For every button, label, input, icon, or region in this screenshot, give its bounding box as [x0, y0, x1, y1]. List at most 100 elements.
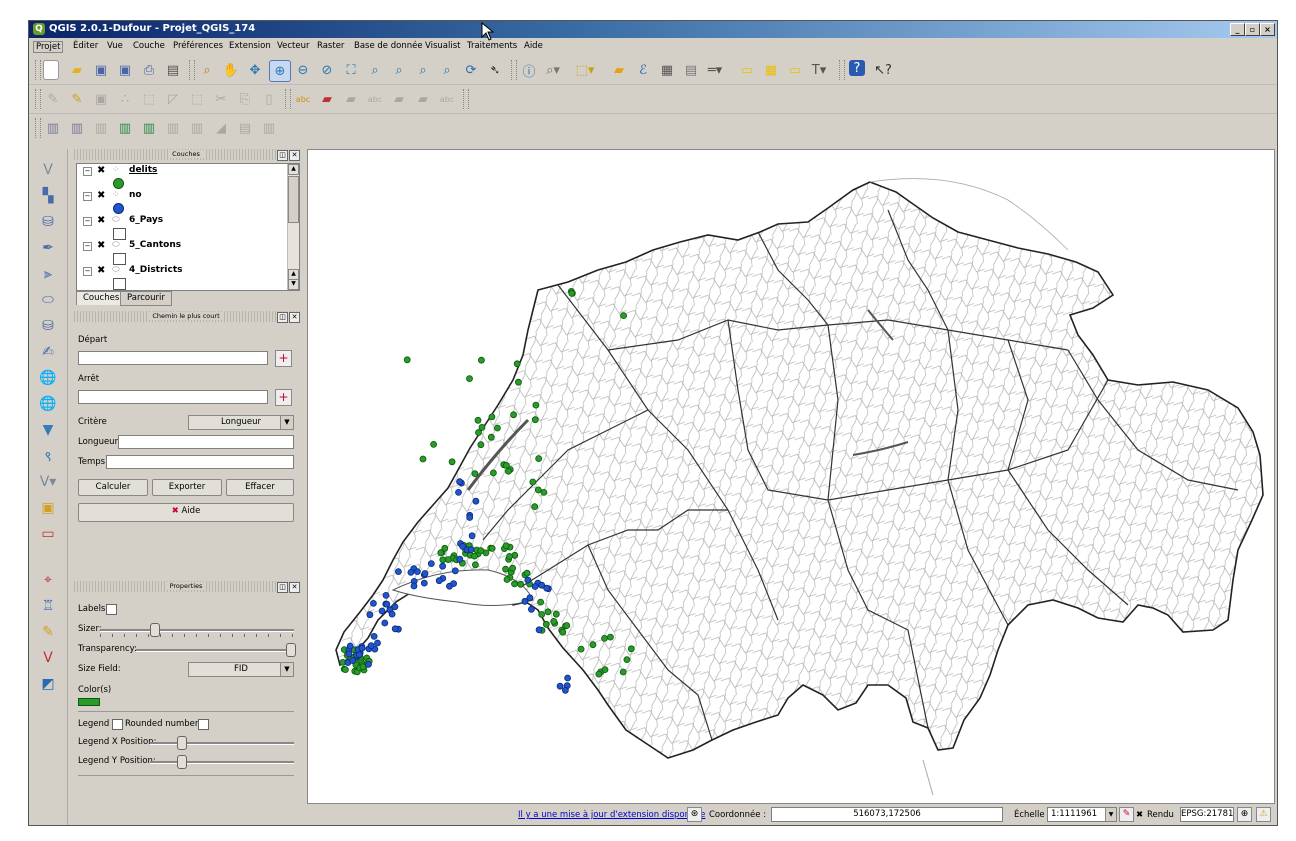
toolbar-grip[interactable] — [285, 89, 291, 109]
layer-4-districts[interactable]: − ✖ ⬭ 4_Districts — [77, 264, 287, 290]
menu-extension[interactable]: Extension — [229, 41, 271, 51]
plugin-update-link[interactable]: Il y a une mise à jour d'extension dispo… — [518, 810, 705, 820]
move-feature-icon[interactable]: ⬚ — [139, 89, 159, 109]
delete-part-icon[interactable]: ▥ — [187, 118, 207, 138]
collapse-icon[interactable]: − — [83, 167, 92, 176]
pan-selection-icon[interactable]: ⌕ — [197, 60, 217, 80]
sizer-handle[interactable] — [150, 623, 161, 637]
collapse-icon[interactable]: − — [83, 242, 92, 251]
layer-visibility-checkbox[interactable]: ✖ — [97, 216, 106, 226]
aide-button[interactable]: ✖ Aide — [78, 503, 294, 522]
labels-checkbox[interactable] — [106, 604, 117, 615]
layer-5-cantons[interactable]: − ✖ ⬭ 5_Cantons — [77, 239, 287, 265]
layer-delits[interactable]: − ✖ ⁘ delits — [77, 164, 287, 189]
close-button[interactable]: × — [1260, 23, 1275, 36]
layer-tree-scrollbar[interactable]: ▲ ▲ ▼ — [287, 164, 299, 290]
save-as-icon[interactable]: ▣ — [115, 60, 135, 80]
layer-6-pays[interactable]: − ✖ ⬭ 6_Pays — [77, 214, 287, 240]
toggle-edit-icon[interactable]: ✎ — [67, 89, 87, 109]
legend-y-slider[interactable] — [150, 761, 294, 764]
field-calc-icon[interactable]: ℰ — [633, 60, 653, 80]
identify-icon[interactable]: ⓘ — [519, 60, 539, 80]
map-tips-icon[interactable]: ➴ — [485, 60, 505, 80]
toolbar-grip[interactable] — [463, 89, 469, 109]
transparency-handle[interactable] — [286, 643, 296, 657]
zoom-selection-icon[interactable]: ⌕ — [365, 60, 385, 80]
add-wms-layer-icon[interactable]: ⛁ — [37, 315, 59, 337]
close-icon[interactable]: ✕ — [289, 150, 300, 161]
add-mssql-layer-icon[interactable]: ⫸ — [37, 263, 59, 285]
zoom-in-icon[interactable]: ⊕ — [269, 60, 291, 82]
float-icon[interactable]: ◫ — [277, 150, 288, 161]
add-oracle-layer-icon[interactable]: ⬭ — [37, 289, 59, 311]
attribute-table-icon[interactable]: ▦ — [657, 60, 677, 80]
messages-warning-icon[interactable]: ⚠ — [1256, 807, 1271, 822]
color-swatch[interactable] — [78, 698, 100, 706]
toolbar-grip[interactable] — [35, 60, 41, 80]
georeferencer-icon[interactable]: ✎ — [37, 621, 59, 643]
save-edits-icon[interactable]: ▣ — [91, 89, 111, 109]
pick-stop-icon[interactable]: + — [275, 389, 292, 406]
zoom-out-icon[interactable]: ⊖ — [293, 60, 313, 80]
layer-labeling-icon[interactable]: ▰ — [317, 89, 337, 109]
collapse-icon[interactable]: − — [83, 192, 92, 201]
layer-name[interactable]: no — [129, 190, 142, 200]
add-gpx-layer-icon[interactable]: ▼ — [37, 419, 59, 441]
statistics-icon[interactable]: ▤ — [681, 60, 701, 80]
legend-x-slider[interactable] — [150, 742, 294, 745]
toolbar-grip[interactable] — [189, 60, 195, 80]
pick-start-icon[interactable]: + — [275, 350, 292, 367]
layer-no[interactable]: − ✖ ⁘ no — [77, 189, 287, 214]
bookmark-new-icon[interactable]: ▭ — [785, 60, 805, 80]
menu-editer[interactable]: Éditer — [73, 41, 98, 51]
scroll-thumb[interactable] — [288, 176, 299, 223]
stop-render-icon[interactable]: ✎ — [1119, 807, 1134, 822]
open-icon[interactable]: ▰ — [67, 60, 87, 80]
add-wcs-layer-icon[interactable]: 🌐 — [37, 367, 59, 389]
vector-style-icon[interactable]: V — [37, 647, 59, 669]
copy-icon[interactable]: ⎘ — [235, 89, 255, 109]
add-feature-icon[interactable]: ∴ — [115, 89, 135, 109]
reshape-icon[interactable]: ◢ — [211, 118, 231, 138]
menu-base-de-donnee[interactable]: Base de donnée — [354, 41, 423, 51]
pan-to-selection-icon[interactable]: ✥ — [245, 60, 265, 80]
whats-this-icon[interactable]: ↖? — [873, 60, 893, 80]
critere-select[interactable]: Longueur ▼ — [188, 415, 294, 430]
layer-visibility-checkbox[interactable]: ✖ — [97, 166, 106, 176]
menu-aide[interactable]: Aide — [524, 41, 543, 51]
add-csv-layer-icon[interactable]: ९ — [37, 445, 59, 467]
remove-layer-icon[interactable]: ▭ — [37, 523, 59, 545]
offset-curve-icon[interactable]: ▤ — [235, 118, 255, 138]
add-wfs-layer-icon[interactable]: 🌐 — [37, 393, 59, 415]
add-raster-layer-icon[interactable]: ▚ — [37, 185, 59, 207]
add-spatialite-layer-icon[interactable]: ✒ — [37, 237, 59, 259]
toolbar-grip[interactable] — [511, 60, 517, 80]
new-vector-layer-icon[interactable]: V▾ — [37, 471, 59, 493]
map-canvas[interactable] — [307, 149, 1275, 804]
change-label-icon[interactable]: abc — [437, 89, 457, 109]
toolbar-grip[interactable] — [35, 118, 41, 138]
layer-name[interactable]: delits — [129, 165, 157, 175]
close-icon[interactable]: ✕ — [289, 312, 300, 323]
delete-selected-icon[interactable]: ⬚ — [187, 89, 207, 109]
add-ring-icon[interactable]: ▥ — [115, 118, 135, 138]
menu-raster[interactable]: Raster — [317, 41, 344, 51]
collapse-icon[interactable]: − — [83, 217, 92, 226]
depart-input[interactable] — [78, 351, 268, 365]
close-icon[interactable]: ✕ — [289, 582, 300, 593]
zoom-next-icon[interactable]: ⌕ — [437, 60, 457, 80]
pin-labels-icon[interactable]: ▰ — [341, 89, 361, 109]
rotate-label-icon[interactable]: ▰ — [413, 89, 433, 109]
save-icon[interactable]: ▣ — [91, 60, 111, 80]
switzerland-map[interactable] — [308, 150, 1274, 803]
paste-icon[interactable]: ▯ — [259, 89, 279, 109]
zoom-last-icon[interactable]: ⌕ — [413, 60, 433, 80]
undo-icon[interactable]: ▥ — [43, 118, 63, 138]
layer-visibility-checkbox[interactable]: ✖ — [97, 191, 106, 201]
scroll-up-icon[interactable]: ▲ — [288, 164, 299, 175]
menu-projet[interactable]: Projet — [33, 41, 64, 53]
add-postgis-layer-icon[interactable]: ⛁ — [37, 211, 59, 233]
float-icon[interactable]: ◫ — [277, 582, 288, 593]
delete-ring-icon[interactable]: ▥ — [163, 118, 183, 138]
size-field-select[interactable]: FID ▼ — [188, 662, 294, 677]
